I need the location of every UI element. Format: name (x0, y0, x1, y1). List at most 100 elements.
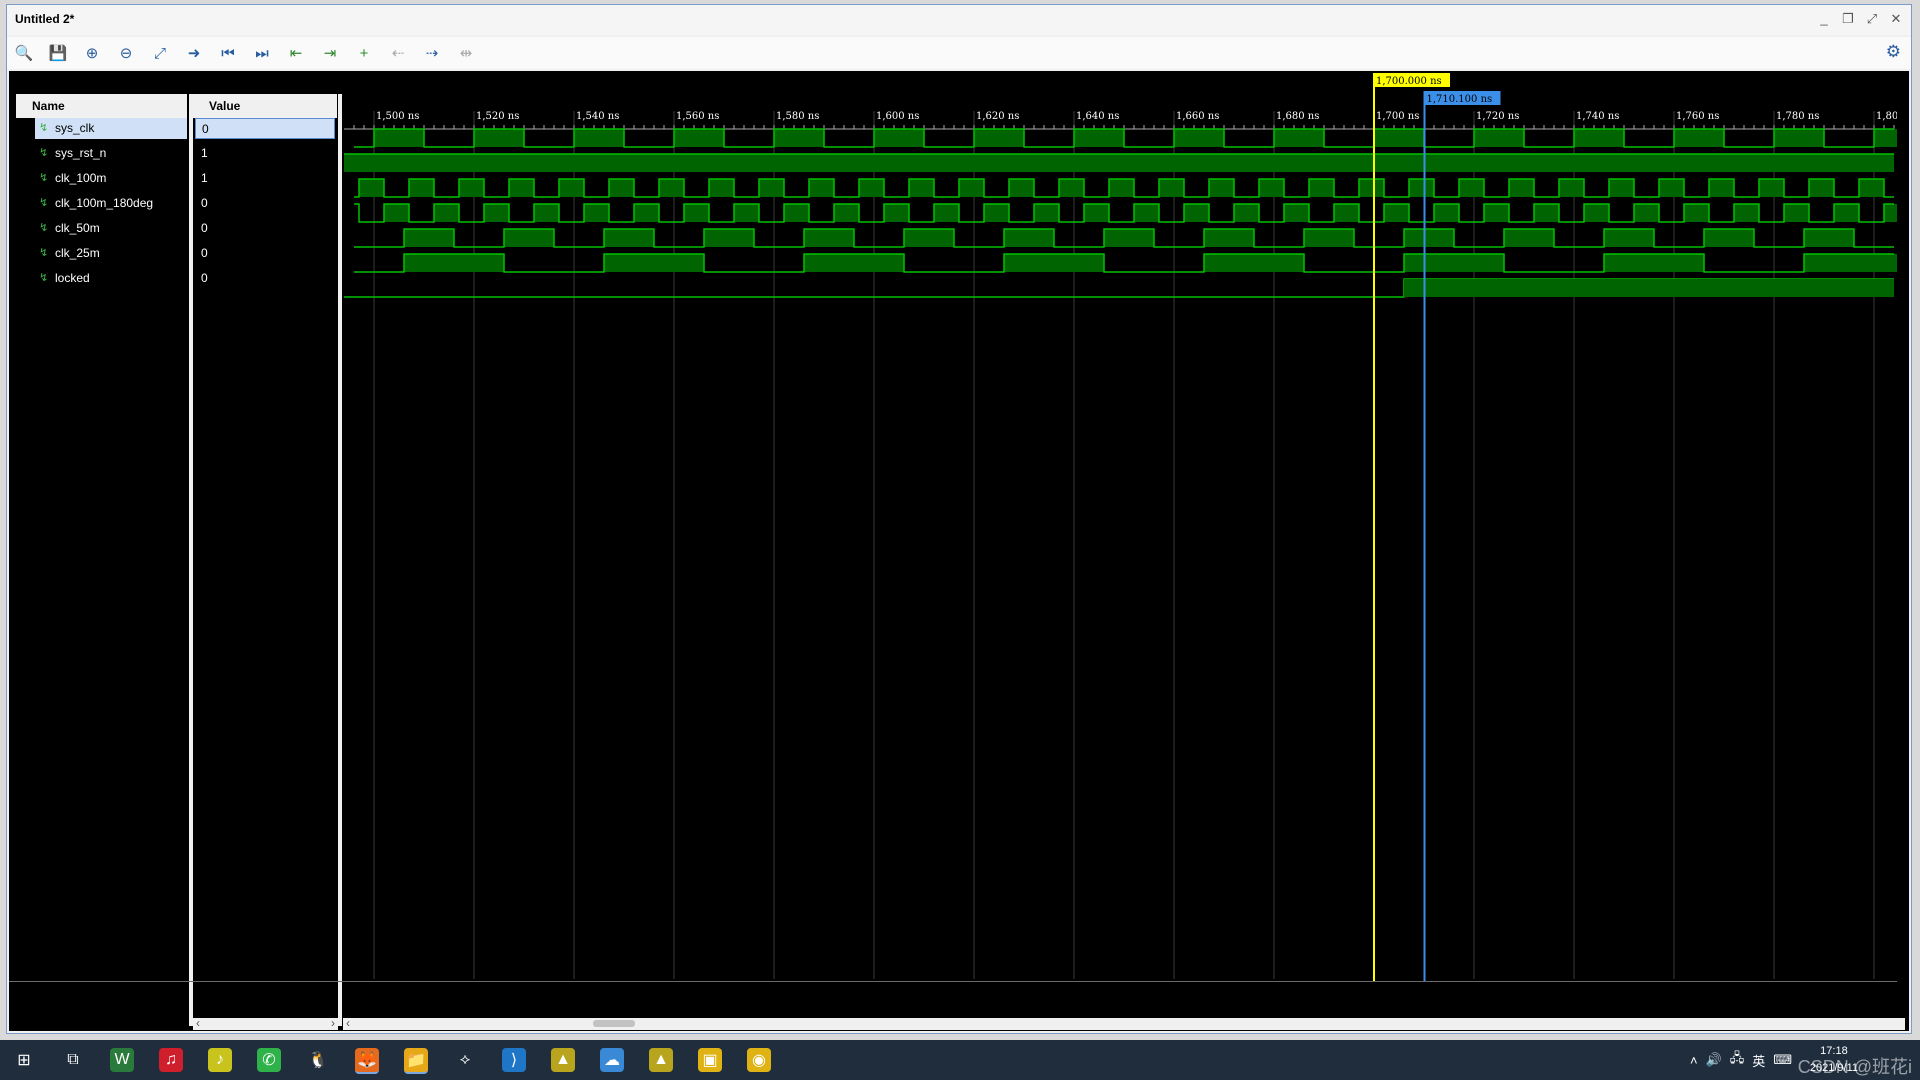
wave-high-fill (1574, 129, 1624, 147)
qq-music-icon[interactable]: ♪ (208, 1048, 232, 1072)
qq-icon[interactable]: 🐧 (306, 1048, 330, 1072)
ime-language[interactable]: 英 (1752, 1051, 1765, 1070)
scroll-left-icon[interactable]: ‹ (346, 1016, 350, 1030)
signal-name-row[interactable]: ↯ sys_clk (35, 118, 187, 139)
zoom-in-icon[interactable]: ⊕ (81, 42, 103, 64)
zoom-out-icon[interactable]: ⊖ (115, 42, 137, 64)
signal-value-row[interactable]: 1 (195, 168, 335, 189)
close-icon[interactable]: ✕ (1889, 11, 1903, 27)
wave-high-fill (384, 204, 409, 222)
next-transition-icon[interactable]: ⇥ (319, 42, 341, 64)
go-to-last-time-icon[interactable]: ⏭ (251, 42, 273, 64)
wave-high-fill (774, 129, 824, 147)
signal-icon: ↯ (39, 197, 49, 209)
wave-high-fill (1304, 229, 1354, 247)
time-tick-label: 1,760 ns (1676, 111, 1719, 122)
wave-high-fill (1604, 229, 1654, 247)
network-icon[interactable]: 🖧 (1730, 1049, 1745, 1071)
wave-high-fill (1104, 229, 1154, 247)
keyboard-icon[interactable]: ⌨ (1773, 1052, 1792, 1068)
task-view-icon[interactable]: ⧉ (61, 1048, 85, 1072)
wave-high-fill (1059, 179, 1084, 197)
save-icon[interactable]: 💾 (47, 42, 69, 64)
wave-high-fill (1859, 179, 1884, 197)
signal-name-row[interactable]: ↯ sys_rst_n (35, 143, 187, 164)
zoom-fit-icon[interactable]: ⤢ (149, 42, 171, 64)
signal-icon: ↯ (39, 272, 49, 284)
signal-name-row[interactable]: ↯ clk_100m (35, 168, 187, 189)
wave-high-fill (804, 229, 854, 247)
time-tick-label: 1,680 ns (1276, 111, 1319, 122)
waveform-canvas[interactable]: 1,500 ns 1,520 ns 1,540 ns 1,560 ns 1,580 ns… (344, 71, 1904, 1031)
vertical-scrollbar[interactable] (1897, 71, 1909, 1015)
docs-icon[interactable]: ▣ (698, 1048, 722, 1072)
tray-arrow-icon[interactable]: ˄ (1690, 1053, 1698, 1068)
value-column-header[interactable]: Value (193, 94, 337, 118)
name-column-header[interactable]: Name (16, 94, 187, 118)
file-explorer-icon[interactable]: 📁 (404, 1048, 428, 1074)
next-marker-icon[interactable]: ⇢ (421, 42, 443, 64)
wave-high-fill (1284, 204, 1309, 222)
wave-high-fill (1804, 254, 1904, 272)
wave-high-fill (1459, 179, 1484, 197)
maximize-icon[interactable]: ⤢ (1865, 11, 1879, 27)
vivado2-icon[interactable]: ▲ (649, 1048, 673, 1072)
wave-high-fill (1204, 254, 1304, 272)
restore-icon[interactable]: ❐ (1841, 11, 1855, 27)
go-to-time-zero-icon[interactable]: ⏮ (217, 42, 239, 64)
gear-icon[interactable]: ⚙ (1886, 42, 1901, 62)
name-value-splitter[interactable] (189, 94, 193, 1026)
swap-cursors-icon[interactable]: ⇹ (455, 42, 477, 64)
value-horizontal-scrollbar[interactable]: ‹ › (193, 1016, 338, 1030)
window-controls: _ ❐ ⤢ ✕ (1817, 11, 1903, 27)
add-marker-icon[interactable]: + (353, 42, 375, 64)
search-icon[interactable]: 🔍 (13, 42, 35, 64)
signal-name-row[interactable]: ↯ clk_25m (35, 243, 187, 264)
wave-high-fill (934, 204, 959, 222)
netease-music-icon[interactable]: ♫ (159, 1048, 183, 1072)
wave-high-fill (1584, 204, 1609, 222)
wave-high-fill (1759, 179, 1784, 197)
windows-taskbar: ⊞ ⧉ W ♫ ♪ ✆ 🐧 🦊 📁 ⟡ ⟩ ▲ ☁ ▲ ▣ ◉ ˄ 🔊 🖧 英 ⌨ 17:18 2021/9/… (0, 1040, 1920, 1080)
signal-icon: ↯ (39, 147, 49, 159)
main-cursor-label: 1,700.000 ns (1376, 76, 1442, 87)
windows-start-icon[interactable]: ⊞ (12, 1048, 36, 1072)
signal-name-row[interactable]: ↯ clk_100m_180deg (35, 193, 187, 214)
scroll-left-icon[interactable]: ‹ (196, 1016, 200, 1030)
signal-value-row[interactable]: 0 (195, 268, 335, 289)
scroll-thumb[interactable] (593, 1020, 635, 1027)
signal-value-row[interactable]: 0 (195, 243, 335, 264)
minimize-icon[interactable]: _ (1817, 11, 1831, 27)
wave-high-fill (634, 204, 659, 222)
previous-transition-icon[interactable]: ⇤ (285, 42, 307, 64)
cloud-icon[interactable]: ☁ (600, 1048, 624, 1072)
wave-high-fill (574, 129, 624, 147)
go-to-cursor-icon[interactable]: ➜ (183, 42, 205, 64)
wave-high-fill (1209, 179, 1234, 197)
firefox-icon[interactable]: 🦊 (355, 1048, 379, 1074)
wave-horizontal-scrollbar[interactable]: ‹ (343, 1016, 1905, 1030)
vscode-icon[interactable]: ⟩ (502, 1048, 526, 1072)
scroll-right-icon[interactable]: › (331, 1016, 335, 1030)
idea-icon[interactable]: ⟡ (453, 1048, 477, 1072)
signal-value-row[interactable]: 0 (195, 193, 335, 214)
wps-icon[interactable]: W (110, 1048, 134, 1072)
signal-name: clk_100m_180deg (55, 196, 154, 210)
signal-name-row[interactable]: ↯ clk_50m (35, 218, 187, 239)
wave-high-fill (1434, 204, 1459, 222)
signal-name-row[interactable]: ↯ locked (35, 268, 187, 289)
vivado-icon[interactable]: ▲ (551, 1048, 575, 1072)
wave-high-fill (474, 129, 524, 147)
wave-high-fill (759, 179, 784, 197)
wave-high-fill (809, 179, 834, 197)
signal-value-row[interactable]: 0 (195, 218, 335, 239)
wave-high-fill (1309, 179, 1334, 197)
search2-icon[interactable]: ◉ (747, 1048, 771, 1072)
waveform-panel: Name Value ↯ sys_clk 0 ↯ sys_rst_n 1 ↯ clk_100m… (9, 71, 1909, 1031)
signal-value-row[interactable]: 0 (195, 118, 335, 139)
value-wave-splitter[interactable] (338, 94, 342, 1026)
volume-icon[interactable]: 🔊 (1706, 1052, 1722, 1068)
wechat-icon[interactable]: ✆ (257, 1048, 281, 1072)
previous-marker-icon[interactable]: ⇠ (387, 42, 409, 64)
signal-value-row[interactable]: 1 (195, 143, 335, 164)
